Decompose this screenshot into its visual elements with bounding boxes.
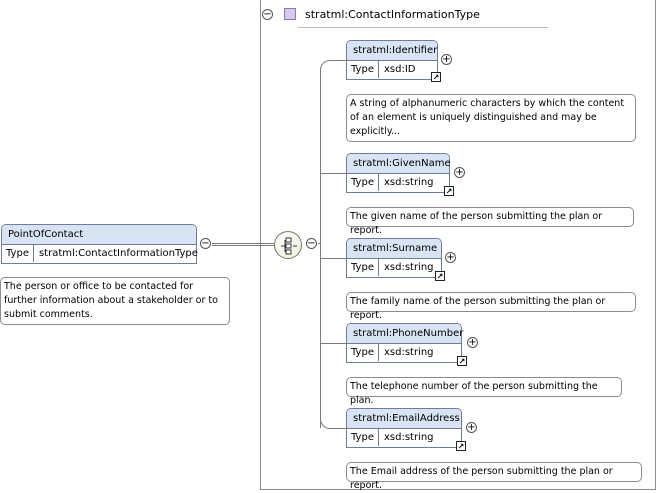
element-doc: The family name of the person submitting… <box>346 292 636 321</box>
expand-phonenumber-icon[interactable]: + <box>467 337 478 348</box>
navigate-type-icon[interactable]: ↗ <box>431 72 441 82</box>
element-type-label: Type <box>347 429 379 446</box>
root-element-name: PointOfContact <box>2 225 196 245</box>
connector-line <box>320 60 346 80</box>
element-name: stratml:GivenName <box>347 154 451 174</box>
element-type-value: xsd:string <box>383 347 434 358</box>
navigate-type-icon[interactable]: ↗ <box>444 186 454 196</box>
element-name: stratml:Identifier <box>347 41 437 61</box>
type-title: stratml:ContactInformationType <box>305 8 480 21</box>
root-type-value: stratml:ContactInformationType <box>38 248 198 259</box>
navigate-type-icon[interactable]: ↗ <box>456 441 466 451</box>
element-type-label: Type <box>347 174 379 191</box>
element-type-label: Type <box>347 259 379 276</box>
expand-surname-icon[interactable]: + <box>445 252 456 263</box>
collapse-type-icon[interactable]: − <box>262 9 273 20</box>
navigate-type-icon[interactable]: ↗ <box>435 271 445 281</box>
divider <box>298 27 548 28</box>
connector-line <box>320 343 346 344</box>
navigate-type-icon[interactable]: ↗ <box>457 356 467 366</box>
connector-line <box>320 258 346 259</box>
connector-line <box>320 418 346 429</box>
expand-emailaddress-icon[interactable]: + <box>466 422 477 433</box>
collapse-root-icon[interactable]: − <box>200 238 211 249</box>
element-doc: A string of alphanumeric characters by w… <box>346 94 636 142</box>
element-type-value: xsd:string <box>383 177 434 188</box>
root-element[interactable]: PointOfContact Type stratml:ContactInfor… <box>1 224 198 264</box>
element-name: stratml:Surname <box>347 239 441 259</box>
sequence-compositor-icon[interactable] <box>274 231 302 259</box>
root-doc-text: The person or office to be contacted for… <box>4 281 218 320</box>
element-name: stratml:EmailAddress <box>347 409 461 429</box>
connector-line <box>320 173 346 174</box>
connector-line <box>212 243 274 244</box>
expand-givenname-icon[interactable]: + <box>454 167 465 178</box>
root-type-label: Type <box>2 245 34 262</box>
element-surname[interactable]: stratml:Surname Type xsd:string <box>346 238 442 278</box>
element-type-label: Type <box>347 344 379 361</box>
element-name: stratml:PhoneNumber <box>347 324 463 344</box>
root-doc: The person or office to be contacted for… <box>0 277 230 325</box>
element-type-value: xsd:string <box>383 432 434 443</box>
complex-type-icon <box>284 8 296 20</box>
element-emailaddress[interactable]: stratml:EmailAddress Type xsd:string <box>346 408 462 448</box>
expand-identifier-icon[interactable]: + <box>441 54 452 65</box>
connector-line <box>212 245 274 246</box>
element-doc-text: A string of alphanumeric characters by w… <box>350 98 625 137</box>
connector-trunk <box>320 70 321 428</box>
element-doc: The telephone number of the person submi… <box>346 377 622 406</box>
element-type-label: Type <box>347 61 379 78</box>
element-givenname[interactable]: stratml:GivenName Type xsd:string <box>346 153 451 193</box>
element-phonenumber[interactable]: stratml:PhoneNumber Type xsd:string <box>346 323 463 363</box>
element-type-value: xsd:ID <box>383 64 416 75</box>
element-identifier[interactable]: stratml:Identifier Type xsd:ID <box>346 40 438 80</box>
element-doc: The given name of the person submitting … <box>346 207 634 236</box>
element-type-value: xsd:string <box>383 262 434 273</box>
element-doc: The Email address of the person submitti… <box>346 462 642 491</box>
collapse-sequence-icon[interactable]: − <box>306 238 317 249</box>
